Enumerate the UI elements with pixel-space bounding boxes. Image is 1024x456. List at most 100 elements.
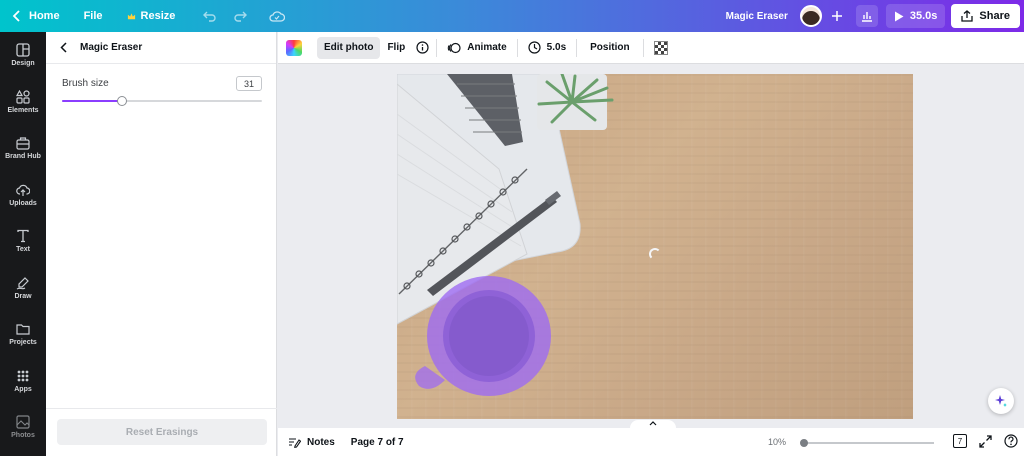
toolbar-divider <box>436 38 438 57</box>
plus-icon <box>831 11 842 21</box>
rail-item-uploads[interactable]: Uploads <box>0 172 46 219</box>
rail-item-text[interactable]: Text <box>0 218 46 265</box>
panel-title: Magic Eraser <box>80 42 143 53</box>
rail-item-brand-hub[interactable]: Brand Hub <box>0 125 46 172</box>
design-title[interactable]: Magic Eraser <box>718 0 796 32</box>
play-icon <box>894 11 904 21</box>
crown-icon <box>127 12 136 21</box>
home-button[interactable]: Home <box>0 0 68 32</box>
brush-slider-fill <box>62 100 122 102</box>
brush-size-input[interactable]: 31 <box>236 76 262 91</box>
apps-icon <box>17 370 29 382</box>
brand-hub-icon <box>16 137 30 150</box>
chevron-left-icon <box>60 42 67 53</box>
insights-button[interactable] <box>855 5 878 27</box>
share-icon <box>961 10 974 22</box>
zoom-slider-thumb[interactable] <box>800 439 808 447</box>
home-label: Home <box>29 10 60 22</box>
rail-item-photos[interactable]: Photos <box>0 404 46 451</box>
flip-button[interactable]: Flip <box>380 37 412 59</box>
file-label: File <box>83 10 103 22</box>
rail-label-projects: Projects <box>9 339 37 347</box>
rail-label-draw: Draw <box>14 292 32 300</box>
resize-label: Resize <box>140 10 176 22</box>
uploads-icon <box>16 184 30 196</box>
rail-label-elements: Elements <box>7 106 39 114</box>
present-button[interactable]: 35.0s <box>885 4 946 28</box>
chevron-left-icon <box>12 10 20 22</box>
add-collaborator-button[interactable] <box>826 5 848 27</box>
zoom-slider[interactable] <box>800 439 934 447</box>
position-button[interactable]: Position <box>580 37 639 59</box>
rail-item-projects[interactable]: Projects <box>0 311 46 358</box>
brush-size-slider[interactable] <box>62 96 262 106</box>
share-label: Share <box>979 10 1010 22</box>
draw-icon <box>16 276 29 290</box>
avatar[interactable] <box>799 5 822 27</box>
toolbar-divider <box>576 38 578 57</box>
undo-icon <box>203 11 216 22</box>
edit-photo-button[interactable]: Edit photo <box>317 36 381 59</box>
duration-button[interactable]: 5.0s <box>521 37 573 59</box>
zoom-level[interactable]: 10% <box>768 437 786 447</box>
page-indicator[interactable]: Page 7 of 7 <box>351 437 404 448</box>
toolbar-divider <box>642 38 644 57</box>
help-button[interactable] <box>1004 434 1018 448</box>
panel-footer: Reset Erasings <box>46 408 277 456</box>
photo-dim-overlay <box>397 74 913 419</box>
brush-size-row: Brush size 31 <box>62 76 262 91</box>
rail-label-apps: Apps <box>14 385 32 393</box>
projects-icon <box>16 324 30 335</box>
rail-item-apps[interactable]: Apps <box>0 358 46 405</box>
page-count-button[interactable]: 7 <box>953 434 967 448</box>
editor-canvas[interactable] <box>278 65 1024 428</box>
rail-item-draw[interactable]: Draw <box>0 265 46 312</box>
transparency-button[interactable] <box>647 37 675 59</box>
animate-button[interactable]: Animate <box>440 37 513 59</box>
rail-label-photos: Photos <box>11 432 35 440</box>
back-button[interactable] <box>60 42 68 53</box>
bottom-bar-actions: 7 <box>953 434 1018 448</box>
undo-button[interactable] <box>195 0 225 32</box>
brush-slider-thumb[interactable] <box>117 96 127 106</box>
magic-eraser-panel: Magic Eraser Brush size 31 Reset Erasing… <box>46 32 277 456</box>
info-icon <box>416 41 429 54</box>
elements-icon <box>16 89 30 104</box>
info-button[interactable] <box>412 37 433 59</box>
color-button[interactable] <box>278 37 309 59</box>
duration-label: 5.0s <box>546 42 567 53</box>
brush-size-label: Brush size <box>62 78 109 89</box>
rail-label-uploads: Uploads <box>9 199 37 207</box>
panel-header: Magic Eraser <box>46 32 276 64</box>
rail-item-elements[interactable]: Elements <box>0 79 46 126</box>
photo-element[interactable] <box>397 74 913 419</box>
transparency-icon <box>653 40 668 55</box>
file-menu-button[interactable]: File <box>76 0 111 32</box>
present-duration: 35.0s <box>909 10 938 22</box>
sparkle-icon <box>995 395 1007 407</box>
fullscreen-button[interactable] <box>979 434 992 448</box>
loading-spinner <box>649 248 661 260</box>
redo-button[interactable] <box>225 0 255 32</box>
redo-icon <box>234 11 248 22</box>
share-button[interactable]: Share <box>951 4 1020 28</box>
animate-label: Animate <box>467 42 507 53</box>
position-label: Position <box>590 42 630 53</box>
animate-icon <box>448 42 461 53</box>
notes-icon <box>289 437 301 448</box>
magic-assistant-button[interactable] <box>988 388 1014 414</box>
design-icon <box>16 43 30 57</box>
chevron-up-icon <box>649 421 657 426</box>
save-status-button[interactable] <box>261 0 293 32</box>
reset-erasings-button[interactable]: Reset Erasings <box>57 419 267 445</box>
top-bar: Home File Resize Magic Eraser 35.0s Shar… <box>0 0 1024 32</box>
cloud-check-icon <box>269 11 286 22</box>
notes-button[interactable]: Notes <box>278 437 335 448</box>
pages-collapse-tab[interactable] <box>630 420 676 428</box>
resize-button[interactable]: Resize <box>119 0 184 32</box>
help-icon <box>1004 434 1018 448</box>
rail-label-brand-hub: Brand Hub <box>5 153 41 161</box>
rail-label-design: Design <box>11 60 35 68</box>
color-palette-icon <box>286 39 302 56</box>
rail-item-design[interactable]: Design <box>0 32 46 79</box>
